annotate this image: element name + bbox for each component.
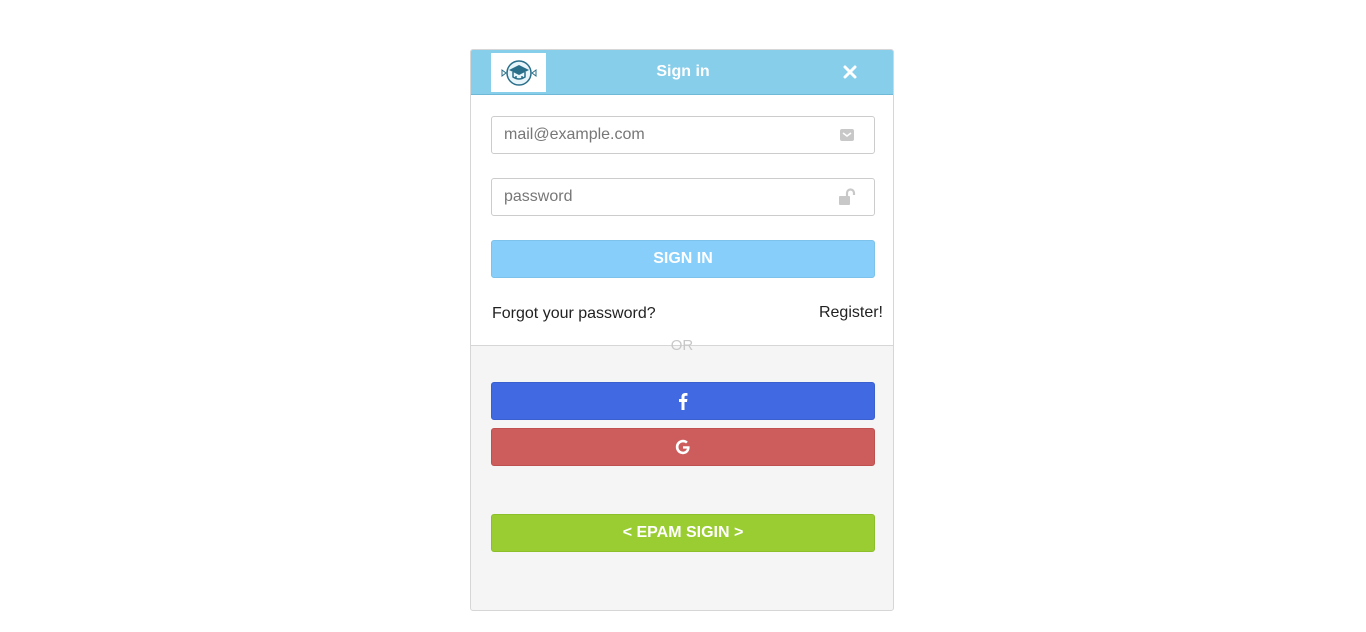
close-button[interactable] — [841, 63, 859, 81]
modal-title: Sign in — [656, 63, 710, 80]
register-link[interactable]: Register! — [819, 304, 883, 322]
or-divider: OR — [670, 337, 694, 354]
sign-in-modal: Sign in SIGN IN Forgot your password? Re… — [470, 49, 894, 611]
modal-header: Sign in — [471, 50, 893, 95]
forgot-password-link[interactable]: Forgot your password? — [492, 305, 656, 323]
facebook-login-button[interactable] — [491, 382, 875, 420]
facebook-icon — [679, 393, 688, 410]
unlock-icon — [839, 188, 856, 205]
google-login-button[interactable] — [491, 428, 875, 466]
close-icon — [843, 65, 857, 79]
sign-in-button[interactable]: SIGN IN — [491, 240, 875, 278]
password-field — [491, 178, 875, 216]
email-field — [491, 116, 875, 154]
epam-sign-in-button[interactable]: < EPAM SIGIN > — [491, 514, 875, 552]
password-input[interactable] — [492, 179, 832, 215]
google-icon — [675, 439, 690, 455]
envelope-icon — [840, 129, 854, 141]
email-input[interactable] — [492, 117, 832, 153]
credentials-section: SIGN IN Forgot your password? Register! — [471, 95, 893, 346]
